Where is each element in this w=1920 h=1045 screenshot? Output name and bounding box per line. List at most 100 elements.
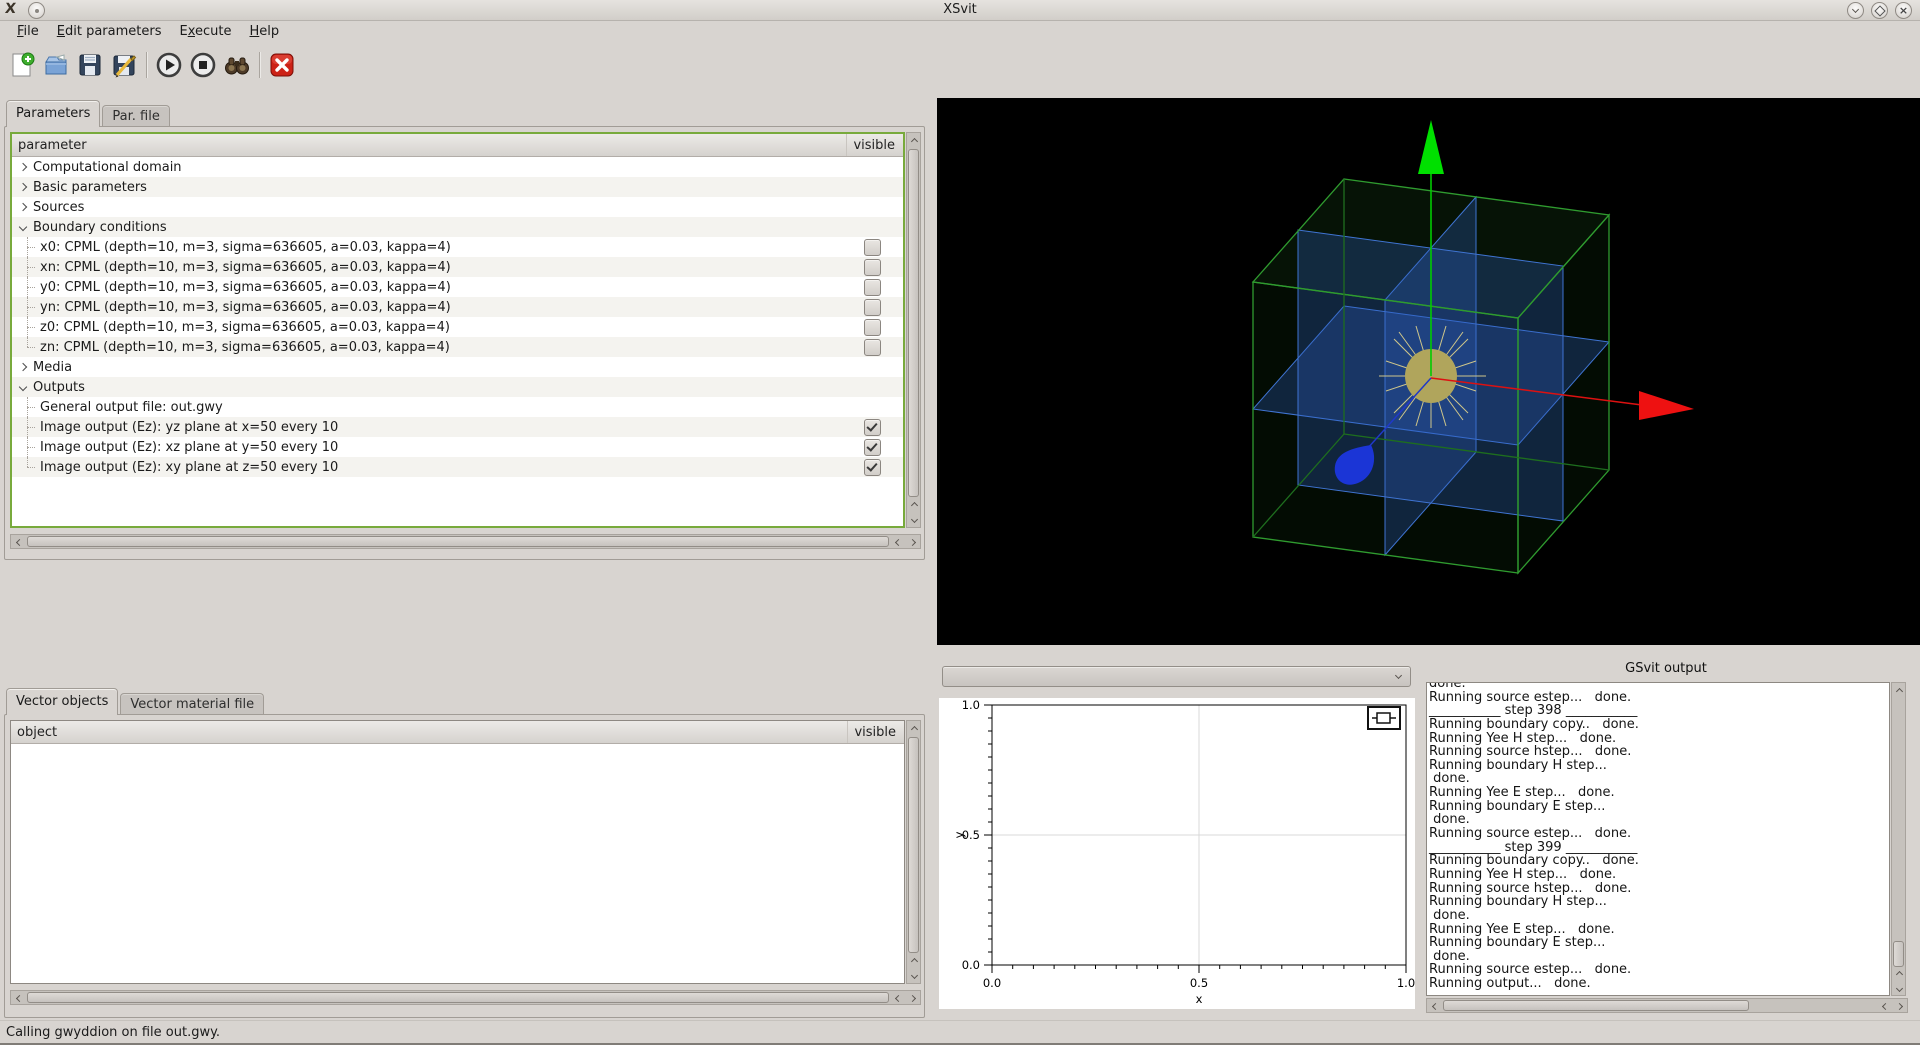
scroll-up-button[interactable] — [907, 721, 922, 736]
visible-checkbox-checked[interactable] — [864, 459, 881, 476]
scrollbar-thumb[interactable] — [27, 536, 889, 547]
column-visible[interactable]: visible — [847, 721, 904, 743]
tree-row[interactable]: Boundary conditions — [12, 217, 903, 237]
tree-connector — [21, 397, 38, 417]
console-vscrollbar[interactable] — [1891, 682, 1906, 996]
menu-file[interactable]: File — [8, 20, 48, 44]
tree-row[interactable]: xn: CPML (depth=10, m=3, sigma=636605, a… — [12, 257, 903, 277]
scroll-left-button[interactable] — [890, 991, 905, 1006]
run-button[interactable] — [155, 52, 182, 79]
scrollbar-thumb[interactable] — [27, 992, 889, 1003]
parameters-hscrollbar[interactable] — [10, 534, 921, 549]
visible-checkbox-checked[interactable] — [864, 419, 881, 436]
scroll-left-button[interactable] — [1877, 999, 1892, 1014]
tree-row-label: Basic parameters — [33, 180, 147, 195]
menu-edit-parameters[interactable]: Edit parameters — [48, 20, 171, 44]
tree-row[interactable]: yn: CPML (depth=10, m=3, sigma=636605, a… — [12, 297, 903, 317]
tree-row[interactable]: Computational domain — [12, 157, 903, 177]
visible-checkbox[interactable] — [864, 299, 881, 316]
graph-source-combobox[interactable] — [942, 666, 1411, 687]
save-button[interactable] — [76, 52, 103, 79]
visible-checkbox[interactable] — [864, 319, 881, 336]
tree-row[interactable]: y0: CPML (depth=10, m=3, sigma=636605, a… — [12, 277, 903, 297]
quit-button[interactable] — [268, 52, 295, 79]
menu-execute[interactable]: Execute — [171, 20, 241, 44]
scroll-down-button[interactable] — [907, 969, 922, 984]
menu-help[interactable]: Help — [241, 20, 289, 44]
parameters-vscrollbar[interactable] — [906, 132, 921, 528]
scrollbar-thumb[interactable] — [908, 149, 919, 497]
column-parameter[interactable]: parameter — [12, 138, 846, 153]
scroll-up-button[interactable] — [907, 497, 922, 512]
tree-row[interactable]: Image output (Ez): xz plane at y=50 ever… — [12, 437, 903, 457]
tree-row-label: Image output (Ez): xz plane at y=50 ever… — [40, 440, 338, 455]
tree-row[interactable]: Sources — [12, 197, 903, 217]
column-visible[interactable]: visible — [846, 134, 903, 156]
console-line: done. — [1429, 772, 1889, 786]
scrollbar-thumb[interactable] — [1893, 941, 1904, 967]
tree-connector — [21, 417, 38, 437]
console-line: done. — [1429, 813, 1889, 827]
scroll-up-button[interactable] — [907, 133, 922, 148]
scroll-left-button[interactable] — [11, 535, 26, 550]
tree-row[interactable]: Basic parameters — [12, 177, 903, 197]
scroll-left-button[interactable] — [890, 535, 905, 550]
preview-button[interactable] — [223, 52, 250, 79]
maximize-button[interactable] — [1871, 2, 1888, 19]
tree-row[interactable]: Image output (Ez): yz plane at x=50 ever… — [12, 417, 903, 437]
graph-logo-button[interactable] — [1368, 707, 1400, 729]
console-line: Running Yee E step... done. — [1429, 923, 1889, 937]
tab-parameters[interactable]: Parameters — [6, 100, 100, 127]
scrollbar-thumb[interactable] — [1443, 1000, 1749, 1011]
tree-row[interactable]: z0: CPML (depth=10, m=3, sigma=636605, a… — [12, 317, 903, 337]
stop-button[interactable] — [189, 52, 216, 79]
tree-row[interactable]: Media — [12, 357, 903, 377]
scroll-left-button[interactable] — [11, 991, 26, 1006]
expander-closed-icon[interactable] — [15, 364, 31, 370]
scroll-up-button[interactable] — [1892, 683, 1907, 698]
vector-hscrollbar[interactable] — [10, 990, 921, 1005]
tree-row[interactable]: zn: CPML (depth=10, m=3, sigma=636605, a… — [12, 337, 903, 357]
save-icon — [77, 52, 103, 78]
expander-closed-icon[interactable] — [15, 164, 31, 170]
console-hscrollbar[interactable] — [1426, 998, 1908, 1013]
new-file-button[interactable] — [8, 52, 35, 79]
scene-3d-viewport[interactable] — [937, 98, 1920, 645]
column-object[interactable]: object — [11, 725, 847, 740]
visible-checkbox[interactable] — [864, 339, 881, 356]
scroll-left-button[interactable] — [1427, 999, 1442, 1014]
parameter-tree-header[interactable]: parameter visible — [12, 134, 903, 157]
minimize-button[interactable] — [1847, 2, 1864, 19]
expander-closed-icon[interactable] — [15, 184, 31, 190]
scrollbar-thumb[interactable] — [908, 737, 919, 953]
tab-vector-material-file[interactable]: Vector material file — [120, 693, 264, 715]
scroll-down-button[interactable] — [1892, 982, 1907, 997]
scroll-up-button[interactable] — [907, 953, 922, 968]
visible-checkbox[interactable] — [864, 239, 881, 256]
tree-row[interactable]: General output file: out.gwy — [12, 397, 903, 417]
tree-row[interactable]: x0: CPML (depth=10, m=3, sigma=636605, a… — [12, 237, 903, 257]
vector-vscrollbar[interactable] — [906, 720, 921, 984]
tab-par-file[interactable]: Par. file — [102, 105, 169, 127]
scroll-up-button[interactable] — [1892, 966, 1907, 981]
open-file-button[interactable] — [42, 52, 69, 79]
expander-open-icon[interactable] — [15, 384, 31, 390]
scroll-right-button[interactable] — [1893, 999, 1908, 1014]
expander-open-icon[interactable] — [15, 224, 31, 230]
tree-connector — [21, 237, 38, 257]
visible-checkbox-checked[interactable] — [864, 439, 881, 456]
chevron-down-icon — [1395, 672, 1402, 679]
visible-checkbox[interactable] — [864, 259, 881, 276]
scroll-right-button[interactable] — [906, 991, 921, 1006]
scroll-down-button[interactable] — [907, 513, 922, 528]
close-button[interactable]: × — [1895, 2, 1912, 19]
scroll-right-button[interactable] — [906, 535, 921, 550]
xy-graph[interactable]: 0.00.51.00.00.51.0xy — [939, 698, 1415, 1013]
tree-row[interactable]: Outputs — [12, 377, 903, 397]
tab-vector-objects[interactable]: Vector objects — [6, 688, 118, 715]
expander-closed-icon[interactable] — [15, 204, 31, 210]
visible-checkbox[interactable] — [864, 279, 881, 296]
save-as-button[interactable] — [110, 52, 137, 79]
vector-list-header[interactable]: object visible — [11, 721, 904, 744]
tree-row[interactable]: Image output (Ez): xy plane at z=50 ever… — [12, 457, 903, 477]
